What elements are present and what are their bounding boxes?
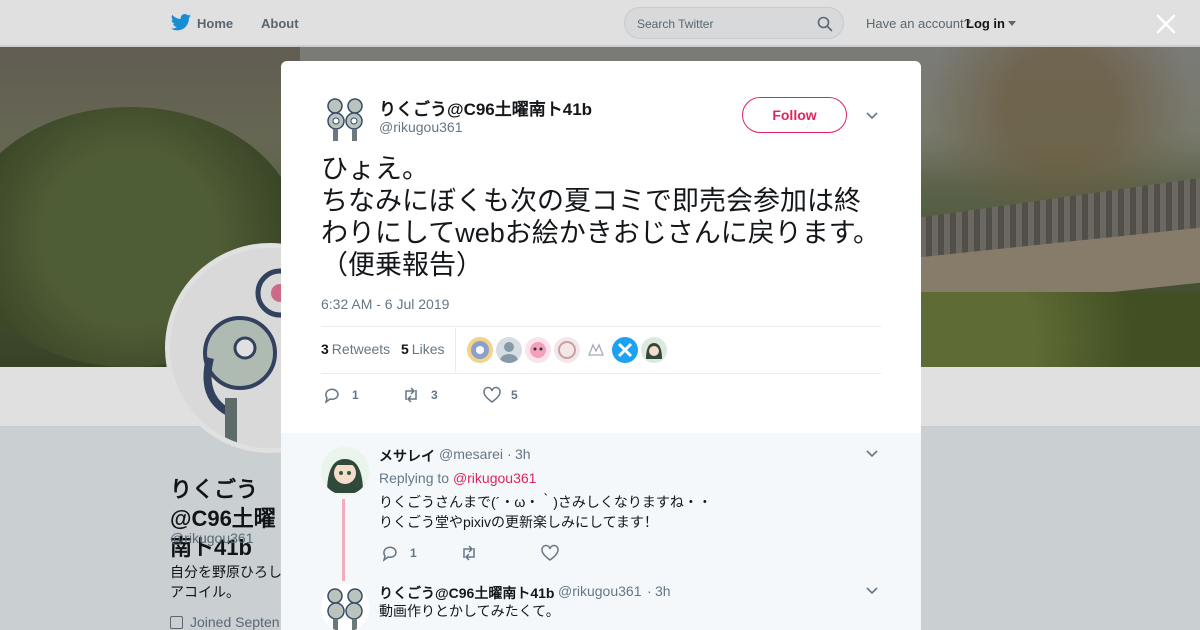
replying-prefix: Replying to bbox=[379, 470, 450, 486]
chevron-down-icon[interactable] bbox=[866, 450, 878, 458]
divider bbox=[321, 326, 881, 327]
reply-avatar[interactable] bbox=[321, 447, 369, 495]
close-icon[interactable] bbox=[1155, 13, 1177, 35]
likes-label: Likes bbox=[411, 341, 445, 357]
liker-avatar[interactable] bbox=[496, 337, 522, 363]
tweet-text: ひょえ。 ちなみにぼくも次の夏コミで即売会参加は終わりにしてwebお絵かきおじさ… bbox=[321, 154, 881, 280]
liker-avatar[interactable] bbox=[641, 337, 667, 363]
tweet-author-name[interactable]: りくごう@C96土曜南ト41b bbox=[379, 95, 592, 120]
retweets-label: Retweets bbox=[331, 341, 391, 357]
reply-author-handle[interactable]: @rikugou361 bbox=[558, 583, 642, 599]
reply-author-name[interactable]: りくごう@C96土曜南ト41b bbox=[379, 583, 554, 603]
retweets-count: 3 bbox=[321, 341, 329, 357]
reply-time[interactable]: 3h bbox=[655, 583, 671, 599]
reply-author-handle[interactable]: @mesarei bbox=[439, 446, 503, 462]
separator-dot: · bbox=[507, 446, 512, 462]
tweet-author-handle[interactable]: @rikugou361 bbox=[379, 119, 463, 135]
separator-dot: · bbox=[647, 583, 652, 599]
replying-to: Replying to @rikugou361 bbox=[379, 470, 536, 486]
reply-count[interactable]: 1 bbox=[352, 388, 359, 402]
heart-icon[interactable] bbox=[483, 386, 501, 404]
liker-avatar[interactable] bbox=[583, 337, 609, 363]
stats-divider bbox=[455, 328, 456, 372]
tweet-timestamp[interactable]: 6:32 AM - 6 Jul 2019 bbox=[321, 296, 449, 312]
reply-text: 動画作りとかしてみたくて。 bbox=[379, 603, 560, 619]
reply-text: りくごうさんまで(´・ω・｀)さみしくなりますね・・ りくごう堂やpixivの更… bbox=[379, 494, 712, 530]
likes-count: 5 bbox=[401, 341, 409, 357]
chevron-down-icon[interactable] bbox=[866, 112, 878, 120]
thread-connector bbox=[342, 499, 345, 581]
retweet-icon[interactable] bbox=[460, 544, 478, 562]
follow-button[interactable]: Follow bbox=[742, 97, 847, 133]
tweet-modal: りくごう@C96土曜南ト41b @rikugou361 Follow ひょえ。 … bbox=[281, 61, 921, 630]
reply-author-name[interactable]: メサレイ bbox=[379, 446, 435, 466]
retweets-stat[interactable]: 3 Retweets bbox=[321, 341, 390, 357]
chevron-down-icon[interactable] bbox=[866, 587, 878, 595]
liker-avatar[interactable] bbox=[467, 337, 493, 363]
tweet-author-avatar[interactable] bbox=[321, 94, 369, 142]
replying-to-link[interactable]: @rikugou361 bbox=[453, 470, 537, 486]
reply-avatar[interactable] bbox=[321, 584, 369, 630]
liker-avatar[interactable] bbox=[612, 337, 638, 363]
reply-count[interactable]: 1 bbox=[410, 546, 417, 560]
likes-stat[interactable]: 5 Likes bbox=[401, 341, 444, 357]
reply-icon[interactable] bbox=[323, 386, 341, 404]
like-count[interactable]: 5 bbox=[511, 388, 518, 402]
liker-avatar[interactable] bbox=[554, 337, 580, 363]
retweet-icon[interactable] bbox=[402, 386, 420, 404]
heart-icon[interactable] bbox=[541, 544, 559, 562]
retweet-count[interactable]: 3 bbox=[431, 388, 438, 402]
reply-time[interactable]: 3h bbox=[515, 446, 531, 462]
liker-avatar[interactable] bbox=[525, 337, 551, 363]
divider bbox=[321, 373, 881, 374]
reply-icon[interactable] bbox=[381, 544, 399, 562]
